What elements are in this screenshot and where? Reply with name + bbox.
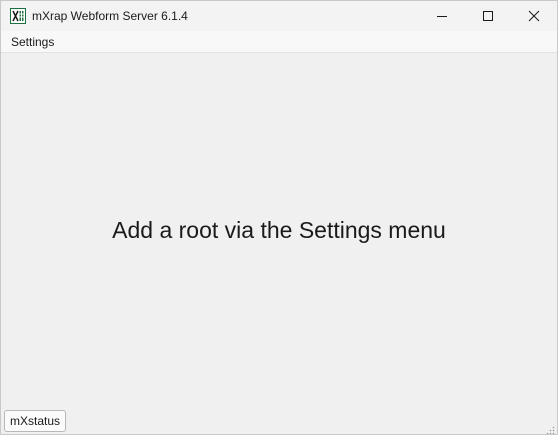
minimize-icon [437,16,447,17]
empty-state-message: Add a root via the Settings menu [112,217,446,243]
resize-grip-icon[interactable] [545,422,555,434]
menu-bar: Settings [1,31,557,53]
maximize-button[interactable] [465,1,511,31]
mxstatus-button[interactable]: mXstatus [4,410,67,432]
main-content: Add a root via the Settings menu mXstatu… [1,53,557,434]
close-button[interactable] [511,1,557,31]
app-window: mXrap Webform Server 6.1.4 Settings Add … [0,0,558,435]
excel-sheet-icon [10,8,26,24]
close-icon [528,10,540,22]
menu-settings[interactable]: Settings [5,31,60,52]
minimize-button[interactable] [419,1,465,31]
maximize-icon [483,11,493,21]
window-title: mXrap Webform Server 6.1.4 [32,9,188,23]
title-bar[interactable]: mXrap Webform Server 6.1.4 [1,1,557,31]
